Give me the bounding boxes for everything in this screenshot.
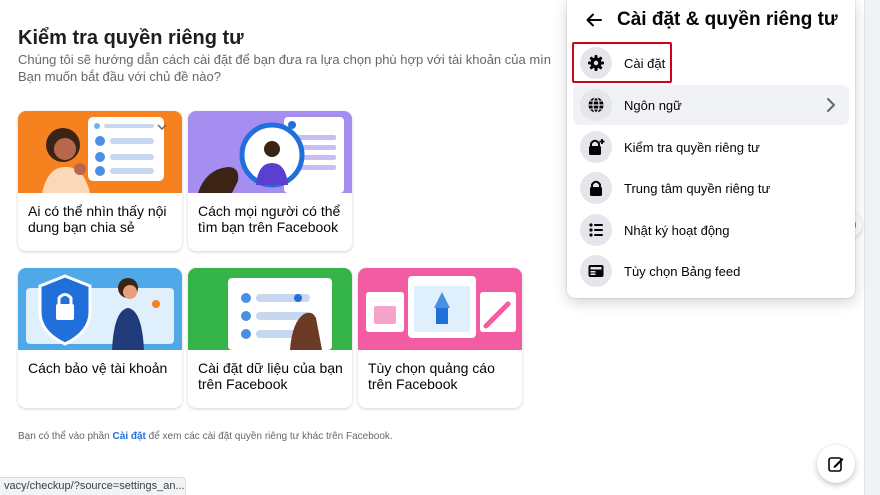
menu-item-label: Ngôn ngữ (624, 97, 682, 113)
lock-icon (580, 172, 612, 204)
menu-item-privacy-checkup[interactable]: Kiểm tra quyền riêng tư (573, 127, 849, 167)
footer-note-prefix: Bạn có thể vào phần (18, 431, 110, 442)
settings-link[interactable]: Cài đặt (113, 431, 146, 442)
panel-header: Cài đặt & quyền riêng tư (567, 0, 855, 40)
new-message-button[interactable] (817, 445, 855, 483)
card-illustration-who-can-see (18, 111, 182, 193)
page-description-line-2: Bạn muốn bắt đầu với chủ đề nào? (18, 69, 221, 84)
card-ad-preferences[interactable]: Tùy chọn quảng cáo trên Facebook (358, 268, 522, 408)
settings-privacy-panel: Cài đặt & quyền riêng tư Cài đặt Ngôn ng… (567, 0, 855, 298)
card-label: Ai có thể nhìn thấy nội dung bạn chia sẻ (28, 203, 167, 235)
card-label: Cài đặt dữ liệu của bạn trên Facebook (198, 360, 343, 392)
compose-icon (828, 457, 844, 472)
card-protect-account[interactable]: Cách bảo vệ tài khoản (18, 268, 182, 408)
footer-note: Bạn có thể vào phần Cài đặt để xem các c… (18, 431, 393, 442)
menu-item-language[interactable]: Ngôn ngữ (573, 85, 849, 125)
feed-icon (580, 255, 612, 287)
card-illustration-find-you (188, 111, 352, 193)
card-illustration-ad-preferences (358, 268, 522, 350)
card-label: Tùy chọn quảng cáo trên Facebook (368, 360, 495, 392)
menu-item-feed-preferences[interactable]: Tùy chọn Bảng feed (573, 251, 849, 291)
card-illustration-protect-account (18, 268, 182, 350)
menu-item-label: Trung tâm quyền riêng tư (624, 180, 771, 196)
footer-note-suffix: để xem các cài đặt quyền riêng tư khác t… (148, 431, 393, 442)
card-how-people-find-you[interactable]: Cách mọi người có thể tìm bạn trên Faceb… (188, 111, 352, 251)
chevron-right-icon (827, 98, 835, 112)
card-illustration-data-settings (188, 268, 352, 350)
menu-item-label: Cài đặt (624, 55, 666, 71)
card-data-settings[interactable]: Cài đặt dữ liệu của bạn trên Facebook (188, 268, 352, 408)
list-icon (580, 214, 612, 246)
gear-icon (580, 47, 612, 79)
back-button[interactable] (581, 8, 607, 32)
menu-item-settings[interactable]: Cài đặt (573, 43, 849, 83)
card-label: Cách bảo vệ tài khoản (28, 360, 168, 376)
menu-item-label: Nhật ký hoạt động (624, 222, 730, 238)
menu-item-privacy-center[interactable]: Trung tâm quyền riêng tư (573, 168, 849, 208)
panel-title: Cài đặt & quyền riêng tư (617, 9, 838, 30)
page-description-line-1: Chúng tôi sẽ hướng dẫn cách cài đặt để b… (18, 52, 552, 67)
menu-item-label: Kiểm tra quyền riêng tư (624, 139, 760, 155)
scrollbar[interactable] (864, 0, 880, 495)
card-who-can-see[interactable]: Ai có thể nhìn thấy nội dung bạn chia sẻ (18, 111, 182, 251)
page-description: Chúng tôi sẽ hướng dẫn cách cài đặt để b… (18, 51, 578, 85)
menu-item-activity-log[interactable]: Nhật ký hoạt động (573, 210, 849, 250)
card-label: Cách mọi người có thể tìm bạn trên Faceb… (198, 203, 341, 235)
status-url: vacy/checkup/?source=settings_an... (0, 477, 186, 495)
page-title: Kiểm tra quyền riêng tư (18, 27, 244, 49)
lock-plus-icon (580, 131, 612, 163)
menu-item-label: Tùy chọn Bảng feed (624, 263, 741, 279)
globe-icon (580, 89, 612, 121)
arrow-left-icon (586, 13, 602, 27)
